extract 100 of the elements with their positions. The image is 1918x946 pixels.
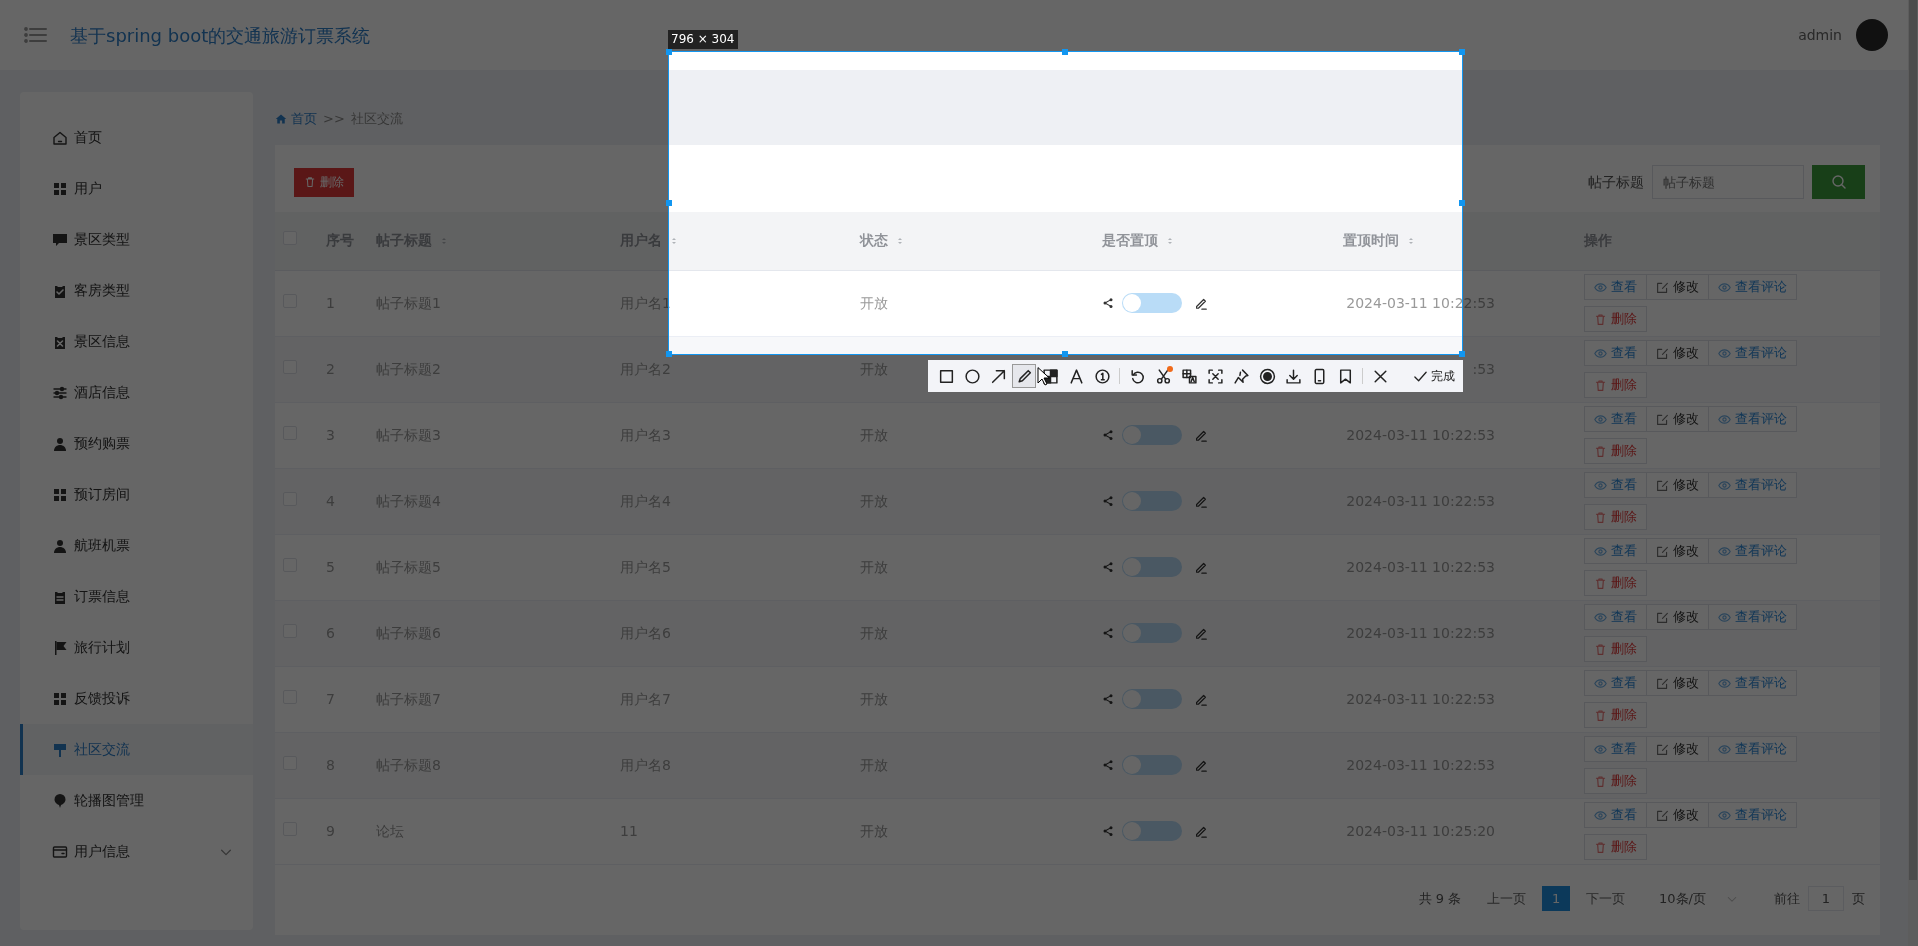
arrow-icon xyxy=(989,367,1007,385)
eye-icon xyxy=(1594,676,1607,690)
resize-handle[interactable] xyxy=(1458,48,1465,55)
comments-button[interactable]: 查看评论 xyxy=(1708,604,1797,630)
sidebar-item[interactable]: 旅行计划 xyxy=(20,622,253,673)
pencil-icon xyxy=(1194,758,1208,772)
comments-button[interactable]: 查看评论 xyxy=(1708,538,1797,564)
trash-icon xyxy=(1594,378,1607,392)
pencil-icon xyxy=(1194,824,1208,838)
sidebar-item[interactable]: 用户 xyxy=(20,163,253,214)
view-button[interactable]: 查看 xyxy=(1584,406,1647,432)
sidebar-item[interactable]: 景区信息 xyxy=(20,316,253,367)
delete-button[interactable]: 删除 xyxy=(1584,636,1647,662)
view-button[interactable]: 查看 xyxy=(1584,604,1647,630)
view-button[interactable]: 查看 xyxy=(1584,472,1647,498)
cursor-icon xyxy=(1037,367,1050,386)
page-input[interactable]: 1 xyxy=(1808,886,1844,911)
edit-button[interactable]: 修改 xyxy=(1646,670,1709,696)
trash-icon xyxy=(304,176,316,188)
avatar[interactable] xyxy=(1856,19,1888,51)
resize-handle[interactable] xyxy=(1062,350,1068,357)
comments-button[interactable]: 查看评论 xyxy=(1708,670,1797,696)
done-button[interactable]: 完成 xyxy=(1411,367,1457,385)
delete-button[interactable]: 删除 xyxy=(1584,570,1647,596)
view-button[interactable]: 查看 xyxy=(1584,736,1647,762)
pencil-icon xyxy=(1194,428,1208,442)
delete-button[interactable]: 删除 xyxy=(1584,702,1647,728)
scissors-icon xyxy=(1154,367,1172,385)
sidebar-item[interactable]: 首页 xyxy=(20,112,253,163)
eye-icon xyxy=(1594,610,1607,624)
house-icon xyxy=(52,129,68,146)
edit-button[interactable]: 修改 xyxy=(1646,274,1709,300)
share-icon xyxy=(1102,495,1114,507)
scrollbar[interactable] xyxy=(1908,0,1918,946)
balloon-icon xyxy=(52,792,68,809)
edit-button[interactable]: 修改 xyxy=(1646,340,1709,366)
delete-button[interactable]: 删除 xyxy=(1584,768,1647,794)
toggle-switch[interactable] xyxy=(1122,821,1182,841)
toggle-switch[interactable] xyxy=(1122,755,1182,775)
toggle-switch[interactable] xyxy=(1122,689,1182,709)
edit-button[interactable]: 修改 xyxy=(1646,538,1709,564)
eye-icon xyxy=(1594,478,1607,492)
resize-handle[interactable] xyxy=(1458,199,1465,206)
delete-button[interactable]: 删除 xyxy=(294,167,354,197)
sidebar-item[interactable]: 轮播图管理 xyxy=(20,775,253,826)
view-button[interactable]: 查看 xyxy=(1584,538,1647,564)
column-header[interactable]: 置顶时间 xyxy=(1343,230,1415,252)
pencil-tool[interactable] xyxy=(1012,364,1036,388)
toggle-switch[interactable] xyxy=(1122,491,1182,511)
sidebar-item[interactable]: 航班机票 xyxy=(20,520,253,571)
sidebar-item[interactable]: 景区类型 xyxy=(20,214,253,265)
toggle-switch[interactable] xyxy=(1122,623,1182,643)
comments-button[interactable]: 查看评论 xyxy=(1708,736,1797,762)
edit-button[interactable]: 修改 xyxy=(1646,604,1709,630)
search-label: 帖子标题 xyxy=(1588,172,1644,192)
sidebar-item[interactable]: 反馈投诉 xyxy=(20,673,253,724)
edit-button[interactable]: 修改 xyxy=(1646,802,1709,828)
edit-button[interactable]: 修改 xyxy=(1646,406,1709,432)
sidebar-item[interactable]: 订票信息 xyxy=(20,571,253,622)
delete-button[interactable]: 删除 xyxy=(1584,504,1647,530)
sidebar-item[interactable]: 用户信息 xyxy=(20,826,253,877)
page-number[interactable]: 1 xyxy=(1542,886,1571,911)
download-icon xyxy=(1284,367,1302,385)
comments-button[interactable]: 查看评论 xyxy=(1708,802,1797,828)
sidebar-item[interactable]: 客房类型 xyxy=(20,265,253,316)
view-button[interactable]: 查看 xyxy=(1584,670,1647,696)
comments-button[interactable]: 查看评论 xyxy=(1708,274,1797,300)
eye-icon xyxy=(1718,610,1731,624)
page-size-select[interactable]: 10条/页 xyxy=(1653,888,1744,909)
toggle-switch[interactable] xyxy=(1122,425,1182,445)
resize-handle[interactable] xyxy=(665,350,672,357)
comments-button[interactable]: 查看评论 xyxy=(1708,340,1797,366)
sidebar-item[interactable]: 预约购票 xyxy=(20,418,253,469)
resize-handle[interactable] xyxy=(1062,48,1068,55)
sidebar-item[interactable]: 预订房间 xyxy=(20,469,253,520)
toggle-switch[interactable] xyxy=(1122,557,1182,577)
delete-button[interactable]: 删除 xyxy=(1584,306,1647,332)
edit-button[interactable]: 修改 xyxy=(1646,736,1709,762)
edit-button[interactable]: 修改 xyxy=(1646,472,1709,498)
delete-button[interactable]: 删除 xyxy=(1584,372,1647,398)
column-header[interactable]: 状态 xyxy=(860,230,904,252)
delete-button[interactable]: 删除 xyxy=(1584,834,1647,860)
comments-button[interactable]: 查看评论 xyxy=(1708,472,1797,498)
view-button[interactable]: 查看 xyxy=(1584,340,1647,366)
breadcrumb-link[interactable]: 首页 xyxy=(275,108,317,129)
view-button[interactable]: 查看 xyxy=(1584,802,1647,828)
trash-icon xyxy=(1594,312,1607,326)
delete-button[interactable]: 删除 xyxy=(1584,438,1647,464)
sidebar-item[interactable]: 酒店信息 xyxy=(20,367,253,418)
resize-handle[interactable] xyxy=(1458,350,1465,357)
sliders-icon xyxy=(52,384,68,401)
column-header[interactable]: 是否置顶 xyxy=(1102,230,1174,252)
sidebar-item[interactable]: 社区交流 xyxy=(20,724,253,775)
resize-handle[interactable] xyxy=(665,199,672,206)
edit-icon xyxy=(1656,610,1669,624)
resize-handle[interactable] xyxy=(665,48,672,55)
view-button[interactable]: 查看 xyxy=(1584,274,1647,300)
comments-button[interactable]: 查看评论 xyxy=(1708,406,1797,432)
toggle-switch[interactable] xyxy=(1122,293,1182,313)
app-title: 基于spring boot的交通旅游订票系统 xyxy=(70,23,371,48)
